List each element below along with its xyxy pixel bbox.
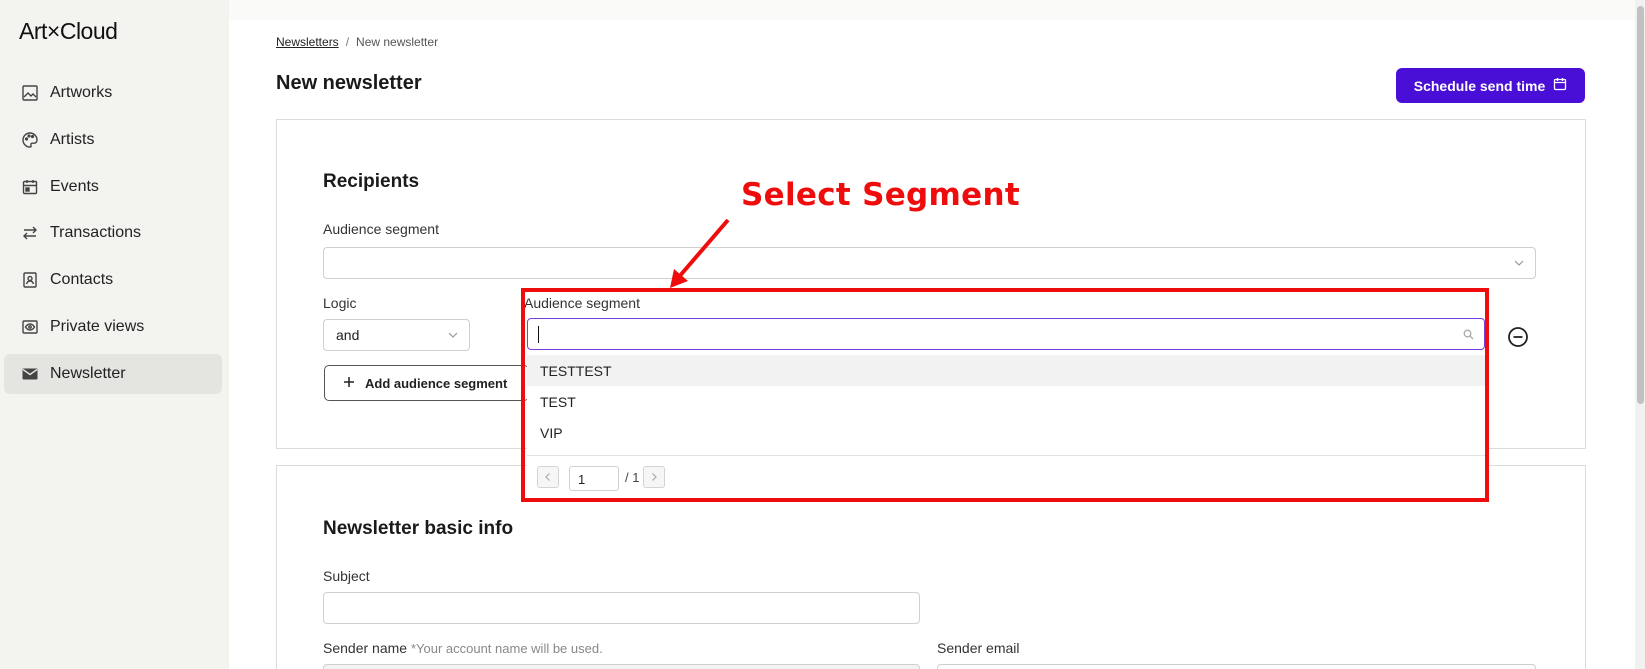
- schedule-button-label: Schedule send time: [1413, 77, 1546, 94]
- envelope-icon: [20, 364, 40, 384]
- sidebar-item-label: Artworks: [50, 84, 113, 101]
- image-icon: [20, 83, 40, 103]
- app-logo[interactable]: Art×Cloud: [19, 18, 118, 45]
- page-title: New newsletter: [276, 72, 422, 94]
- palette-icon: [20, 130, 40, 150]
- chevron-left-icon: [545, 473, 550, 481]
- sidebar-item-private-views[interactable]: Private views: [4, 307, 222, 347]
- sidebar-item-label: Events: [50, 177, 99, 195]
- sidebar: Art×Cloud Artworks Artists Events Transa…: [0, 0, 229, 669]
- page-total: / 1: [625, 470, 640, 485]
- subject-input[interactable]: [323, 592, 920, 624]
- sidebar-item-newsletter[interactable]: Newsletter: [4, 353, 222, 394]
- chevron-down-icon: [448, 332, 458, 338]
- page-number-input[interactable]: 1: [569, 466, 619, 491]
- pagination: 1 / 1: [527, 455, 1485, 500]
- calendar-icon: [20, 177, 40, 197]
- segment-option[interactable]: TESTTEST: [527, 355, 1485, 386]
- sender-name-hint: *Your account name will be used.: [410, 641, 603, 656]
- sidebar-item-label: Private views: [50, 317, 145, 335]
- scrollbar-thumb[interactable]: [1637, 6, 1644, 404]
- contact-card-icon: [20, 270, 40, 290]
- breadcrumb: Newsletters / New newsletter: [276, 35, 438, 49]
- segment-options-list: TESTTEST TEST VIP 1 / 1: [527, 355, 1485, 500]
- next-page-button[interactable]: [643, 466, 665, 488]
- schedule-send-time-button[interactable]: Schedule send time: [1396, 68, 1585, 103]
- dropdown-label: Audience segment: [524, 295, 640, 311]
- basic-info-title: Newsletter basic info: [323, 518, 514, 539]
- sidebar-item-transactions[interactable]: Transactions: [4, 213, 222, 253]
- eye-frame-icon: [20, 317, 40, 337]
- top-band: [229, 0, 1645, 20]
- plus-icon: [343, 376, 355, 391]
- audience-segment-select[interactable]: [323, 247, 1536, 279]
- add-audience-segment-label: Add audience segment: [365, 375, 508, 391]
- annotation-text: Select Segment: [741, 177, 1020, 213]
- text-caret: [538, 326, 539, 343]
- sidebar-item-events[interactable]: Events: [4, 167, 222, 207]
- sidebar-nav: Artworks Artists Events Transactions Con…: [4, 73, 222, 401]
- sender-name-input: [323, 664, 920, 669]
- sender-name-label: Sender name *Your account name will be u…: [323, 640, 603, 656]
- sidebar-item-label: Newsletter: [50, 364, 126, 382]
- remove-circle-icon[interactable]: [1507, 326, 1529, 348]
- chevron-right-icon: [652, 473, 657, 481]
- breadcrumb-newsletters-link[interactable]: Newsletters: [276, 35, 339, 49]
- segment-option[interactable]: TEST: [527, 386, 1485, 417]
- sidebar-item-contacts[interactable]: Contacts: [4, 260, 222, 300]
- subject-label: Subject: [323, 568, 370, 584]
- sender-name-label-text: Sender name: [323, 640, 408, 656]
- sidebar-item-artists[interactable]: Artists: [4, 120, 222, 160]
- sidebar-item-label: Transactions: [50, 224, 141, 242]
- prev-page-button[interactable]: [537, 466, 559, 488]
- recipients-title: Recipients: [323, 171, 420, 192]
- logic-label: Logic: [323, 295, 357, 311]
- sender-email-label: Sender email: [937, 640, 1020, 656]
- sender-email-input[interactable]: [937, 664, 1536, 669]
- search-icon: [1463, 329, 1474, 340]
- segment-option[interactable]: VIP: [527, 417, 1485, 448]
- chevron-down-icon: [1514, 260, 1524, 266]
- calendar-icon: [1553, 77, 1567, 94]
- audience-segment-label: Audience segment: [323, 221, 439, 237]
- sidebar-item-label: Contacts: [50, 271, 114, 289]
- add-audience-segment-button[interactable]: Add audience segment: [324, 365, 529, 401]
- swap-arrows-icon: [20, 223, 40, 243]
- logic-value: and: [336, 327, 360, 343]
- logic-select[interactable]: and: [323, 319, 470, 351]
- sidebar-item-artworks[interactable]: Artworks: [4, 73, 222, 113]
- breadcrumb-current: New newsletter: [356, 35, 439, 49]
- segment-search-input[interactable]: [527, 318, 1485, 350]
- breadcrumb-separator: /: [345, 35, 350, 49]
- sidebar-item-label: Artists: [50, 130, 95, 148]
- audience-segment-dropdown: Audience segment TESTTEST TEST VIP 1 / 1: [524, 292, 1489, 504]
